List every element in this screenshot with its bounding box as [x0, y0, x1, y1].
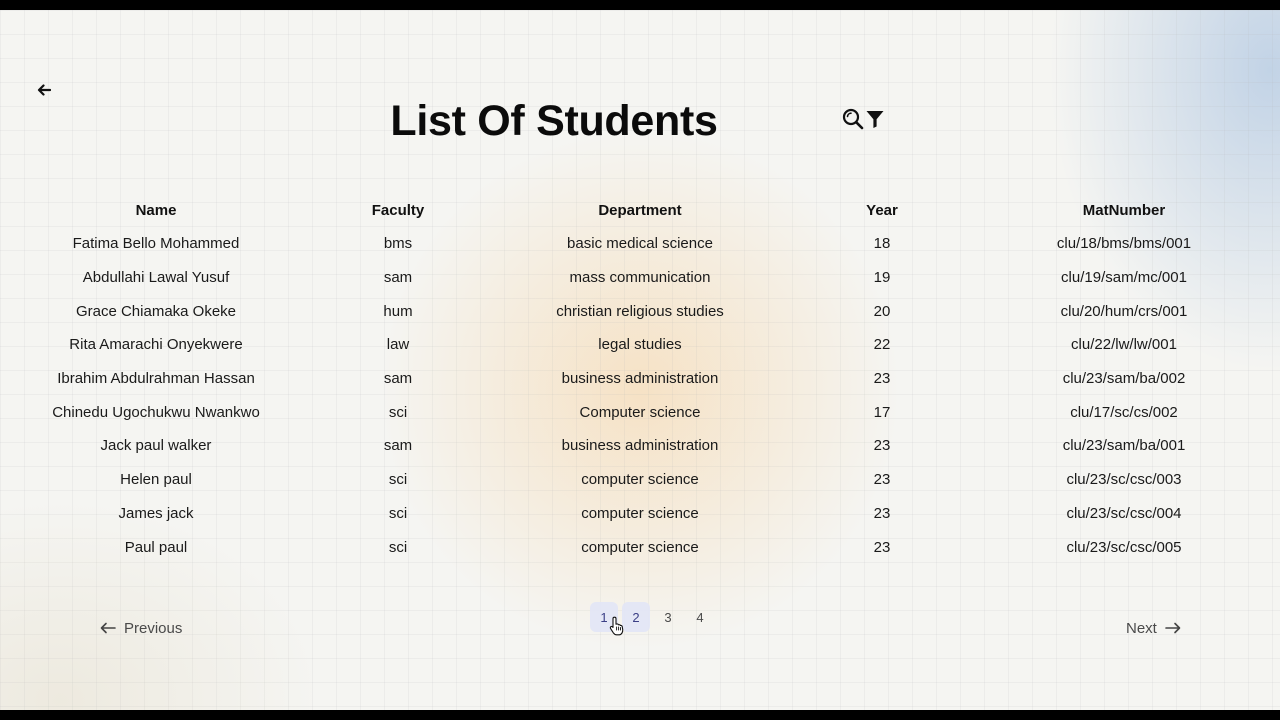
- table-row[interactable]: Jack paul walker sam business administrati…: [35, 429, 1245, 463]
- cell-year: 17: [873, 403, 891, 421]
- table-row[interactable]: Rita Amarachi Onyekwere law legal studies 2…: [35, 328, 1245, 362]
- column-header-faculty: Faculty: [371, 201, 425, 219]
- cell-faculty: law: [386, 336, 410, 354]
- cell-department: Computer science: [579, 403, 701, 421]
- table-row[interactable]: Fatima Bello Mohammed bms basic medical sc…: [35, 227, 1245, 261]
- cell-name: James jack: [118, 504, 194, 522]
- cell-faculty: sci: [388, 538, 408, 556]
- cell-department: computer science: [581, 504, 699, 522]
- cell-department: business administration: [561, 370, 719, 388]
- cell-department: christian religious studies: [556, 302, 724, 320]
- cell-name: Jack paul walker: [100, 437, 212, 455]
- cell-faculty: sci: [388, 403, 408, 421]
- page-button-3[interactable]: 3: [654, 602, 682, 632]
- cell-matnumber: clu/23/sam/ba/001: [1062, 437, 1186, 455]
- cell-name: Ibrahim Abdulrahman Hassan: [57, 370, 255, 388]
- column-header-year: Year: [866, 201, 898, 219]
- table-row[interactable]: James jack sci computer science 23 clu/23/sc…: [35, 497, 1245, 531]
- cell-faculty: sci: [388, 471, 408, 489]
- hand-pointer-cursor-icon: [609, 616, 624, 636]
- arrow-left-icon: [100, 622, 116, 634]
- table-row[interactable]: Ibrahim Abdulrahman Hassan sam business ad…: [35, 362, 1245, 396]
- page-title: List Of Students: [390, 97, 718, 145]
- cell-matnumber: clu/23/sam/ba/002: [1062, 370, 1186, 388]
- page-button-4[interactable]: 4: [686, 602, 714, 632]
- table-body: Fatima Bello Mohammed bms basic medical sc…: [35, 227, 1245, 564]
- cell-name: Fatima Bello Mohammed: [72, 235, 240, 253]
- students-table: Name Faculty Department Year MatNumber Fatim…: [35, 193, 1245, 564]
- cell-year: 23: [873, 437, 891, 455]
- next-button[interactable]: Next: [1126, 616, 1181, 640]
- cell-name: Abdullahi Lawal Yusuf: [82, 269, 230, 287]
- cell-department: computer science: [581, 471, 699, 489]
- column-header-name: Name: [135, 201, 177, 219]
- page-button-2[interactable]: 2: [622, 602, 650, 632]
- cell-faculty: sam: [383, 370, 413, 388]
- cell-year: 23: [873, 471, 891, 489]
- cell-name: Helen paul: [120, 471, 192, 489]
- cell-year: 23: [873, 370, 891, 388]
- column-header-department: Department: [598, 201, 682, 219]
- table-row[interactable]: Helen paul sci computer science 23 clu/23/sc…: [35, 463, 1245, 497]
- cell-name: Rita Amarachi Onyekwere: [69, 336, 243, 354]
- cell-matnumber: clu/23/sc/csc/003: [1066, 471, 1182, 489]
- cell-year: 20: [873, 302, 891, 320]
- cell-year: 19: [873, 269, 891, 287]
- cell-faculty: sam: [383, 437, 413, 455]
- cell-year: 18: [873, 235, 891, 253]
- cell-matnumber: clu/23/sc/csc/004: [1066, 504, 1182, 522]
- cell-department: mass communication: [569, 269, 711, 287]
- previous-button[interactable]: Previous: [100, 616, 182, 640]
- filter-button[interactable]: [864, 108, 886, 130]
- cell-faculty: bms: [383, 235, 413, 253]
- cell-matnumber: clu/18/bms/bms/001: [1056, 235, 1192, 253]
- table-row[interactable]: Abdullahi Lawal Yusuf sam mass communicati…: [35, 261, 1245, 295]
- cell-year: 23: [873, 538, 891, 556]
- back-button[interactable]: [34, 80, 54, 100]
- arrow-right-icon: [1165, 622, 1181, 634]
- cell-year: 23: [873, 504, 891, 522]
- app-window: List Of Students Name Faculty Department Ye…: [0, 10, 1280, 710]
- cell-matnumber: clu/17/sc/cs/002: [1070, 403, 1178, 421]
- cell-department: computer science: [581, 538, 699, 556]
- cell-faculty: sci: [388, 504, 408, 522]
- arrow-left-icon: [37, 84, 51, 96]
- cell-department: basic medical science: [567, 235, 713, 253]
- search-zoom-icon: [842, 108, 864, 130]
- table-header-row: Name Faculty Department Year MatNumber: [35, 193, 1245, 227]
- cell-matnumber: clu/19/sam/mc/001: [1061, 269, 1187, 287]
- table-row[interactable]: Grace Chiamaka Okeke hum christian religio…: [35, 294, 1245, 328]
- table-row[interactable]: Chinedu Ugochukwu Nwankwo sci Computer sci…: [35, 395, 1245, 429]
- cell-department: legal studies: [598, 336, 682, 354]
- column-header-matnumber: MatNumber: [1082, 201, 1166, 219]
- previous-label: Previous: [124, 619, 183, 637]
- cell-faculty: sam: [383, 269, 413, 287]
- cell-year: 22: [873, 336, 891, 354]
- next-label: Next: [1126, 619, 1157, 637]
- search-button[interactable]: [842, 108, 864, 130]
- cell-matnumber: clu/22/lw/lw/001: [1071, 336, 1177, 354]
- toolbar: [842, 108, 886, 130]
- cell-name: Chinedu Ugochukwu Nwankwo: [52, 403, 260, 421]
- cell-matnumber: clu/23/sc/csc/005: [1066, 538, 1182, 556]
- cell-name: Paul paul: [124, 538, 188, 556]
- cell-department: business administration: [561, 437, 719, 455]
- table-row[interactable]: Paul paul sci computer science 23 clu/23/sc/…: [35, 530, 1245, 564]
- cell-name: Grace Chiamaka Okeke: [75, 302, 237, 320]
- cell-matnumber: clu/20/hum/crs/001: [1060, 302, 1188, 320]
- cell-faculty: hum: [383, 302, 413, 320]
- filter-icon: [866, 111, 884, 128]
